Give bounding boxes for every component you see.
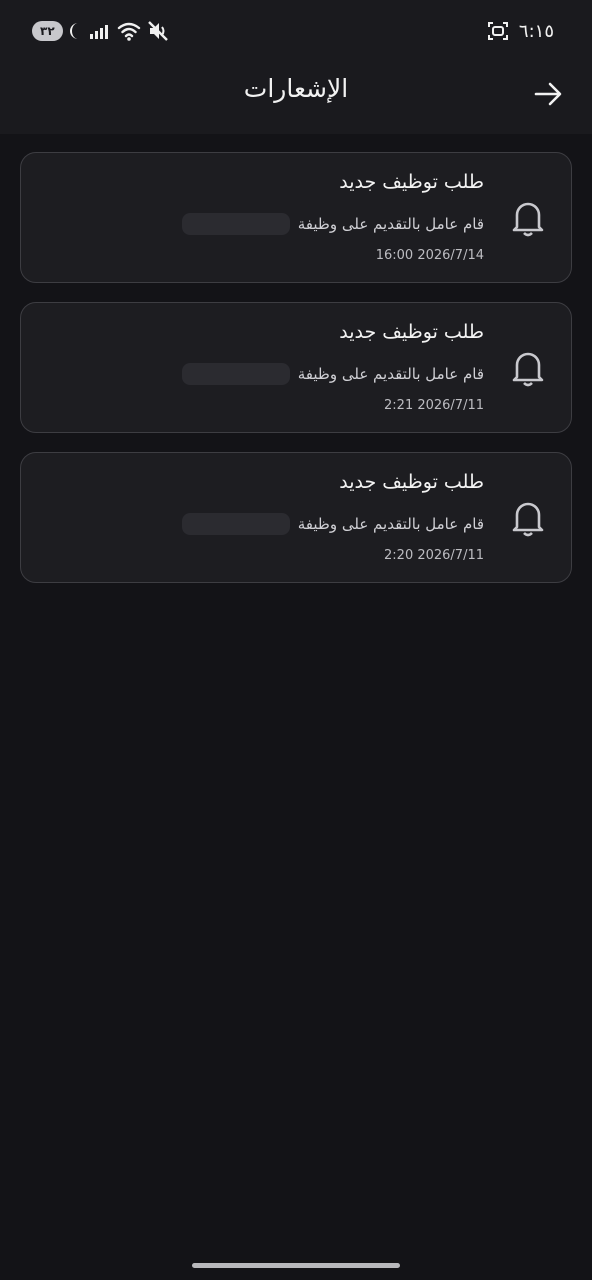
- notification-title: طلب توظيف جديد: [339, 171, 484, 193]
- notification-time: 2:20 2026/7/11: [384, 548, 484, 563]
- notification-body-text: قام عامل بالتقديم على وظيفة: [297, 365, 484, 383]
- status-icons: ٣٢: [32, 20, 169, 42]
- notification-title: طلب توظيف جديد: [339, 321, 484, 343]
- redacted-job-name: [181, 213, 290, 235]
- notification-time: 16:00 2026/7/14: [375, 248, 484, 263]
- notification-body-text: قام عامل بالتقديم على وظيفة: [297, 215, 484, 233]
- battery-indicator: ٣٢: [32, 21, 63, 41]
- mute-icon: [147, 21, 168, 41]
- app-bar: الإشعارات: [0, 64, 592, 134]
- home-indicator[interactable]: [192, 1263, 400, 1268]
- notification-card[interactable]: طلب توظيف جديد قام عامل بالتقديم على وظي…: [20, 302, 572, 433]
- status-bar: ٣٢ ٦:١٥: [0, 0, 592, 64]
- notification-card[interactable]: طلب توظيف جديد قام عامل بالتقديم على وظي…: [20, 152, 572, 283]
- bell-icon: [512, 202, 544, 237]
- notification-body: قام عامل بالتقديم على وظيفة: [181, 213, 484, 235]
- notification-card[interactable]: طلب توظيف جديد قام عامل بالتقديم على وظي…: [20, 452, 572, 583]
- notification-time: 2:21 2026/7/11: [384, 398, 484, 413]
- redacted-job-name: [181, 363, 290, 385]
- signal-icon: [89, 25, 108, 39]
- bell-icon: [512, 502, 544, 537]
- notification-list: طلب توظيف جديد قام عامل بالتقديم على وظي…: [20, 152, 572, 602]
- notification-body-text: قام عامل بالتقديم على وظيفة: [297, 515, 484, 533]
- wifi-icon: [117, 22, 140, 41]
- notification-title: طلب توظيف جديد: [339, 471, 484, 493]
- back-button[interactable]: [532, 78, 564, 110]
- notification-body: قام عامل بالتقديم على وظيفة: [181, 363, 484, 385]
- moon-icon: [69, 23, 78, 39]
- clock: ٦:١٥: [518, 20, 554, 42]
- notification-body: قام عامل بالتقديم على وظيفة: [181, 513, 484, 535]
- status-right: ٦:١٥: [487, 20, 554, 42]
- page-title: الإشعارات: [243, 74, 349, 103]
- arrow-right-icon: [534, 82, 562, 106]
- screenshot-icon: [487, 22, 508, 40]
- bell-icon: [512, 352, 544, 387]
- redacted-job-name: [181, 513, 290, 535]
